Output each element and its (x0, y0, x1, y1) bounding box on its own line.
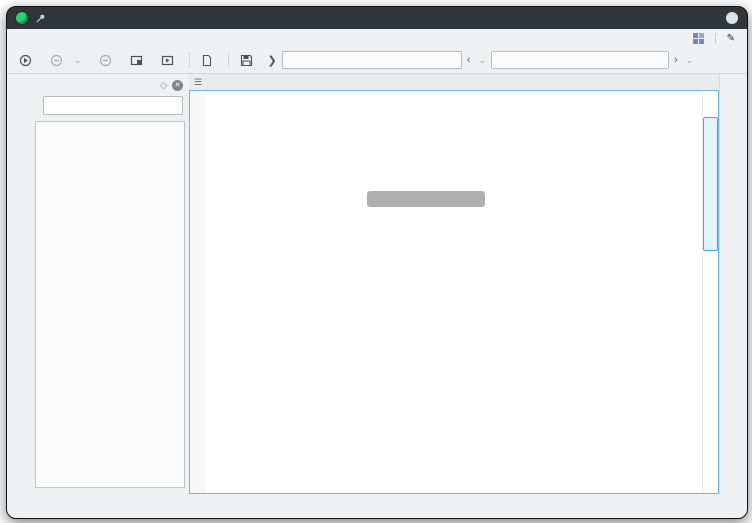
execute-icon (161, 54, 174, 67)
divider (189, 52, 190, 68)
prev-match-icon[interactable]: ‹ (464, 54, 474, 66)
search-dropdown-icon[interactable]: ⌄ (683, 55, 697, 66)
bottom-tool-bar (7, 494, 747, 518)
new-file-icon (201, 54, 213, 67)
main-area: ◇ ✕ ☰ (7, 74, 747, 494)
stop-all-icon (99, 54, 112, 67)
next-match-icon[interactable]: › (671, 54, 681, 66)
left-tool-strip (7, 74, 33, 494)
editor-column: ☰ (189, 74, 719, 494)
code-view[interactable] (189, 90, 719, 494)
save-button[interactable] (234, 52, 263, 69)
execute-button[interactable] (155, 52, 184, 69)
debug-icon (130, 54, 143, 67)
close-panel-icon[interactable]: ✕ (172, 80, 183, 91)
pin-icon[interactable] (35, 13, 46, 24)
stop-dropdown-icon[interactable]: ⌄ (71, 55, 85, 66)
screenshot-tooltip (367, 191, 485, 207)
classes-tree (35, 121, 185, 488)
minimap-viewport[interactable] (703, 117, 718, 251)
kdevelop-window: ✎ ⌄ (6, 6, 748, 519)
menu-bar: ✎ (7, 29, 747, 47)
right-tool-strip (719, 74, 747, 494)
document-list-icon[interactable]: ☰ (189, 77, 207, 88)
divider (715, 33, 716, 44)
pencil-icon: ✎ (727, 33, 735, 44)
fold-margin[interactable] (190, 91, 205, 493)
divider (228, 52, 229, 68)
stop-icon (50, 54, 63, 67)
debug-button[interactable] (124, 52, 153, 69)
search-input[interactable] (491, 51, 669, 69)
title-bar[interactable] (7, 7, 747, 29)
stop-button[interactable]: ⌄ (44, 52, 91, 69)
code-area[interactable] (205, 91, 702, 493)
toolbar: ⌄ ❯ ‹ ⌄ › ⌄ (7, 47, 747, 74)
class-search-input[interactable] (43, 96, 183, 115)
build-icon (19, 54, 32, 67)
float-panel-icon[interactable]: ◇ (160, 80, 167, 91)
quickopen-dropdown-icon[interactable]: ⌄ (475, 55, 489, 66)
build-button[interactable] (13, 52, 42, 69)
stop-all-button[interactable] (93, 52, 122, 69)
close-button[interactable] (726, 12, 738, 24)
screenshot-root: ✎ ⌄ (0, 0, 752, 523)
classes-panel: ◇ ✕ (33, 74, 189, 494)
kdevelop-logo-icon (15, 11, 29, 25)
new-button[interactable] (195, 52, 223, 69)
toolbar-overflow-icon[interactable]: ❯ (265, 54, 280, 67)
save-icon (240, 54, 253, 67)
quick-open-input[interactable] (282, 51, 462, 69)
minimap[interactable] (702, 91, 718, 493)
sessions-grid-icon[interactable] (693, 33, 704, 44)
code-area-button[interactable]: ✎ (727, 33, 739, 44)
editor-tab-bar: ☰ (189, 74, 719, 90)
